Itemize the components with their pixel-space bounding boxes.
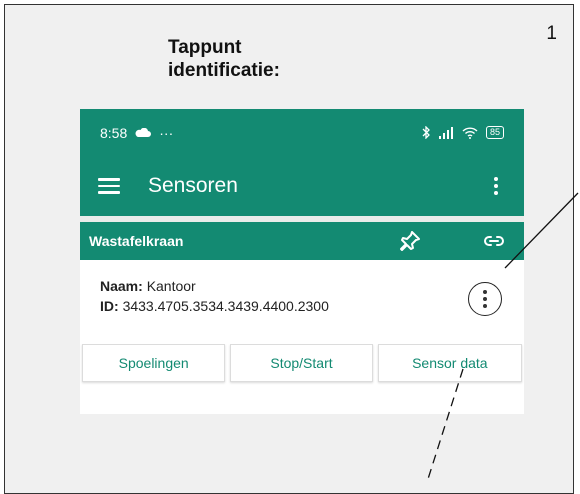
wifi-icon	[462, 126, 478, 139]
link-icon[interactable]	[482, 229, 506, 253]
name-label: Naam:	[100, 278, 143, 294]
more-vert-icon[interactable]	[486, 177, 506, 195]
title-line-2: identificatie:	[168, 60, 280, 81]
sensor-card-header: Wastafelkraan	[80, 222, 524, 260]
document-title: Tappunt identificatie:	[168, 36, 280, 82]
id-value: 3433.4705.3534.3439.4400.2300	[122, 298, 329, 314]
bluetooth-icon	[422, 126, 430, 139]
app-title: Sensoren	[148, 174, 238, 197]
phone-screenshot: 8:58 ··· 85 Sensoren Wastafelkraan Naam:…	[80, 109, 524, 414]
status-time: 8:58	[100, 124, 128, 141]
page-number: 1	[546, 23, 557, 44]
id-label: ID:	[100, 298, 119, 314]
status-overflow: ···	[159, 124, 174, 141]
cloud-icon	[135, 127, 152, 137]
sensor-name-row: Naam: Kantoor	[100, 276, 524, 296]
battery-icon: 85	[485, 126, 504, 139]
name-value: Kantoor	[146, 278, 196, 294]
title-line-1: Tappunt	[168, 37, 242, 58]
app-bar: Sensoren	[80, 156, 524, 216]
sensor-id-row: ID: 3433.4705.3534.3439.4400.2300	[100, 296, 524, 316]
sensor-card-body: Naam: Kantoor ID: 3433.4705.3534.3439.44…	[80, 260, 524, 344]
sensor-name: Wastafelkraan	[89, 233, 184, 249]
pin-icon[interactable]	[398, 229, 422, 253]
signal-icon	[438, 126, 453, 139]
status-bar: 8:58 ··· 85	[80, 109, 524, 156]
sensor-data-button[interactable]: Sensor data	[377, 344, 522, 382]
action-buttons: Spoelingen Stop/Start Sensor data	[80, 344, 524, 382]
sensor-options-button[interactable]	[468, 282, 502, 316]
spoelingen-button[interactable]: Spoelingen	[82, 344, 226, 382]
menu-icon[interactable]	[98, 178, 120, 194]
stop-start-button[interactable]: Stop/Start	[230, 344, 373, 382]
